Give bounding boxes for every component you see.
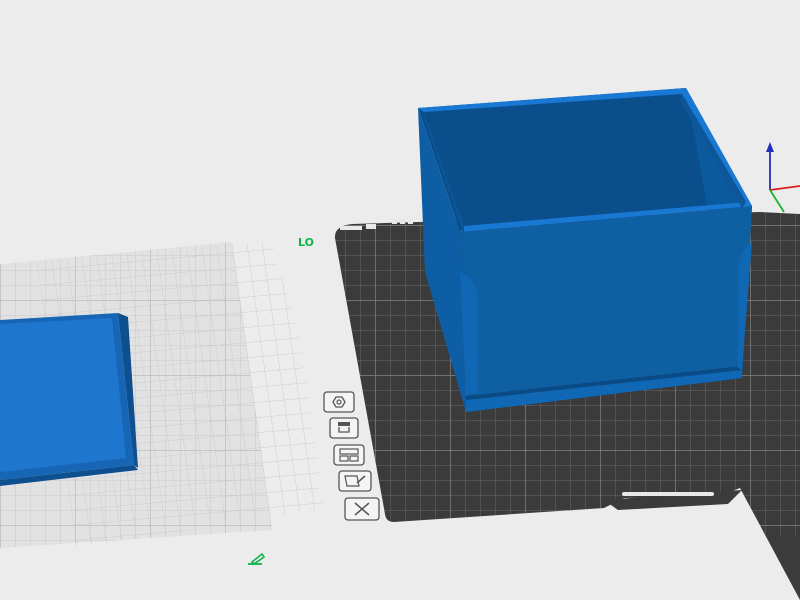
lid-model[interactable]: [0, 313, 138, 486]
filament-icon[interactable]: [329, 417, 359, 439]
plate-name-label: LO: [298, 236, 314, 249]
box-model[interactable]: [418, 88, 752, 412]
axis-gizmo: [766, 142, 800, 213]
3d-viewport[interactable]: LO: [0, 0, 800, 600]
plate-settings-icon[interactable]: [333, 444, 365, 466]
remove-plate-icon[interactable]: [344, 497, 380, 521]
inactive-plate-edit-icon[interactable]: [248, 552, 266, 566]
arrange-icon[interactable]: [323, 391, 355, 413]
edit-plate-icon[interactable]: [338, 470, 372, 492]
